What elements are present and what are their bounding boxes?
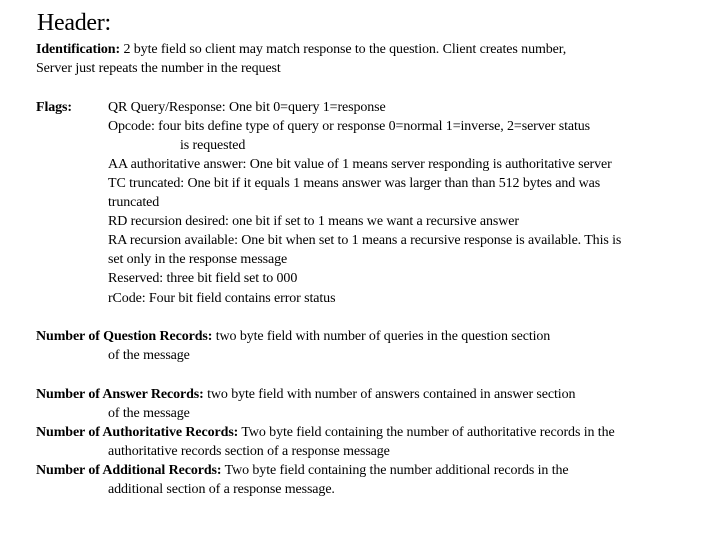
flags-label-text: Flags: (36, 100, 72, 115)
flag-ra-cont: set only in the response message (108, 252, 288, 267)
answer-records-text: two byte field with number of answers co… (203, 387, 576, 402)
additional-records-text: Two byte field containing the number add… (221, 463, 569, 478)
question-records: Number of Question Records: two byte fie… (36, 327, 550, 346)
authoritative-records-label: Number of Authoritative Records: (36, 425, 239, 440)
flag-reserved: Reserved: three bit field set to 000 (108, 271, 298, 286)
additional-records-label: Number of Additional Records: (36, 463, 222, 478)
authoritative-records: Number of Authoritative Records: Two byt… (36, 423, 615, 442)
identification-label: Identification: (36, 42, 121, 57)
flag-qr: QR Query/Response: One bit 0=query 1=res… (108, 100, 386, 115)
question-records-label: Number of Question Records: (36, 329, 213, 344)
additional-records-cont: additional section of a response message… (108, 482, 335, 497)
flag-tc-cont: truncated (108, 195, 160, 210)
answer-records-label: Number of Answer Records: (36, 387, 204, 402)
answer-records: Number of Answer Records: two byte field… (36, 385, 576, 404)
additional-records: Number of Additional Records: Two byte f… (36, 461, 569, 480)
identification-line-1: Identification: 2 byte field so client m… (36, 40, 566, 59)
flags-label: Flags: (36, 98, 72, 117)
question-records-cont: of the message (108, 348, 190, 363)
identification-text: 2 byte field so client may match respons… (120, 42, 567, 57)
flag-opcode-cont: is requested (180, 138, 246, 153)
authoritative-records-text: Two byte field containing the number of … (238, 425, 615, 440)
flag-rd: RD recursion desired: one bit if set to … (108, 214, 519, 229)
flag-rcode: rCode: Four bit field contains error sta… (108, 291, 336, 306)
flag-opcode: Opcode: four bits define type of query o… (108, 119, 591, 134)
flag-aa: AA authoritative answer: One bit value o… (108, 157, 612, 172)
flag-ra: RA recursion available: One bit when set… (108, 233, 622, 248)
authoritative-records-cont: authoritative records section of a respo… (108, 444, 390, 459)
question-records-text: two byte field with number of queries in… (212, 329, 551, 344)
answer-records-cont: of the message (108, 406, 190, 421)
slide-title: Header: (37, 10, 111, 36)
identification-line-2: Server just repeats the number in the re… (36, 61, 281, 76)
flag-tc: TC truncated: One bit if it equals 1 mea… (108, 176, 601, 191)
